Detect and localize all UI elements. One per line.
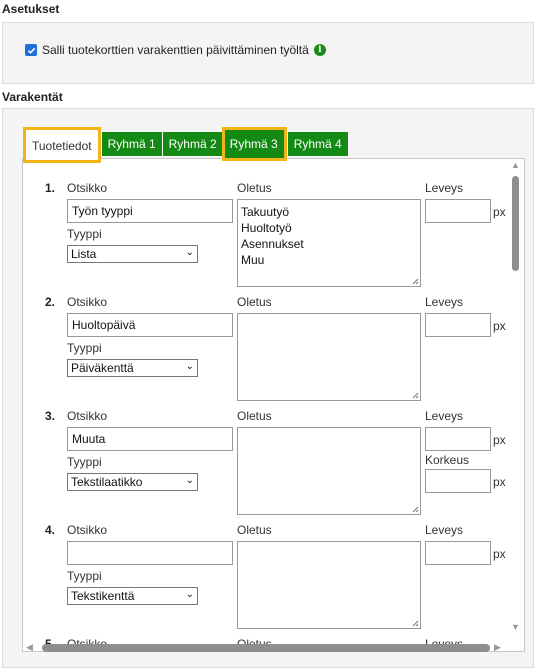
resize-grip-icon[interactable]	[411, 391, 419, 399]
field-type-label: Tyyppi	[67, 341, 102, 355]
tab-product-info[interactable]: Tuotetiedot	[23, 127, 101, 163]
field-type-select[interactable]: Lista ⌄	[67, 245, 198, 263]
allow-update-label[interactable]: Salli tuotekorttien varakenttien päivitt…	[42, 43, 309, 57]
field-title-label: Otsikko	[67, 295, 108, 309]
settings-title: Asetukset	[2, 2, 60, 16]
horizontal-scroll-thumb[interactable]	[42, 644, 490, 652]
checkmark-icon	[27, 47, 35, 54]
field-title-label: Otsikko	[67, 181, 108, 195]
chevron-down-icon: ⌄	[185, 475, 194, 486]
field-default-label: Oletus	[237, 409, 272, 423]
field-default-textarea[interactable]	[237, 541, 421, 629]
default-option: Huoltotyö	[241, 221, 292, 235]
field-width-input[interactable]	[425, 313, 491, 337]
field-default-label: Oletus	[237, 523, 272, 537]
field-title-input[interactable]	[67, 541, 233, 565]
field-default-textarea[interactable]	[237, 313, 421, 401]
field-type-label: Tyyppi	[67, 227, 102, 241]
field-number: 2.	[45, 295, 56, 309]
field-default-textarea[interactable]	[237, 427, 421, 515]
default-option: Muu	[241, 253, 265, 267]
tab-group-3[interactable]: Ryhmä 3	[221, 127, 287, 161]
field-type-value: Tekstilaatikko	[71, 475, 143, 489]
width-unit: px	[493, 547, 506, 561]
field-title-label: Otsikko	[67, 523, 108, 537]
scroll-right-arrow-icon[interactable]: ▶	[494, 642, 501, 653]
field-number: 4.	[45, 523, 56, 537]
field-default-textarea[interactable]: Takuutyö Huoltotyö Asennukset Muu	[237, 199, 421, 287]
scroll-up-arrow-icon[interactable]: ▲	[511, 160, 520, 170]
scroll-left-arrow-icon[interactable]: ◀	[26, 642, 33, 653]
field-type-select[interactable]: Tekstilaatikko ⌄	[67, 473, 198, 491]
width-unit: px	[493, 319, 506, 333]
field-width-input[interactable]	[425, 427, 491, 451]
chevron-down-icon: ⌄	[185, 361, 194, 372]
field-width-label: Leveys	[425, 409, 464, 423]
field-height-input[interactable]	[425, 469, 491, 493]
field-width-input[interactable]	[425, 199, 491, 223]
field-title-label: Otsikko	[67, 409, 108, 423]
field-width-label: Leveys	[425, 523, 464, 537]
field-type-value: Lista	[71, 247, 97, 261]
field-type-value: Tekstikenttä	[71, 589, 135, 603]
vertical-scroll-thumb[interactable]	[512, 176, 519, 271]
chevron-down-icon: ⌄	[185, 247, 194, 258]
default-option: Takuutyö	[241, 205, 290, 219]
field-type-select[interactable]: Päiväkenttä ⌄	[67, 359, 198, 377]
field-type-label: Tyyppi	[67, 455, 102, 469]
resize-grip-icon[interactable]	[411, 277, 419, 285]
field-width-input[interactable]	[425, 541, 491, 565]
tab-group-1[interactable]: Ryhmä 1	[101, 132, 163, 156]
field-width-label: Leveys	[425, 181, 464, 195]
field-title-input[interactable]: Muuta	[67, 427, 233, 451]
default-option: Asennukset	[241, 237, 304, 251]
resize-grip-icon[interactable]	[411, 619, 419, 627]
field-width-label: Leveys	[425, 295, 464, 309]
allow-update-setting: Salli tuotekorttien varakenttien päivitt…	[25, 43, 326, 57]
chevron-down-icon: ⌄	[185, 589, 194, 600]
settings-box: Salli tuotekorttien varakenttien päivitt…	[2, 22, 534, 84]
scroll-down-arrow-icon[interactable]: ▼	[511, 622, 520, 632]
tab-group-2[interactable]: Ryhmä 2	[162, 132, 224, 156]
height-unit: px	[493, 475, 506, 489]
field-default-label: Oletus	[237, 181, 272, 195]
width-unit: px	[493, 433, 506, 447]
horizontal-scrollbar[interactable]: ◀ ▶	[22, 640, 512, 656]
fields-section-title: Varakentät	[2, 90, 63, 104]
field-height-label: Korkeus	[425, 453, 470, 467]
width-unit: px	[493, 205, 506, 219]
field-type-select[interactable]: Tekstikenttä ⌄	[67, 587, 198, 605]
field-number: 1.	[45, 181, 56, 195]
field-type-label: Tyyppi	[67, 569, 102, 583]
vertical-scrollbar[interactable]: ▲ ▼	[508, 158, 523, 652]
field-number: 3.	[45, 409, 56, 423]
field-default-label: Oletus	[237, 295, 272, 309]
field-title-input[interactable]: Työn tyyppi	[67, 199, 233, 223]
info-icon[interactable]: i	[313, 44, 326, 56]
tab-bar: Tuotetiedot Ryhmä 1 Ryhmä 2 Ryhmä 3 Ryhmä 4	[23, 127, 349, 163]
tab-group-4[interactable]: Ryhmä 4	[287, 132, 349, 156]
field-title-input[interactable]: Huoltopäivä	[67, 313, 233, 337]
fields-panel: 1. Otsikko Oletus Leveys Työn tyyppi Tyyppi Li…	[22, 158, 525, 652]
field-type-value: Päiväkenttä	[71, 361, 134, 375]
allow-update-checkbox[interactable]	[25, 44, 37, 56]
resize-grip-icon[interactable]	[411, 505, 419, 513]
